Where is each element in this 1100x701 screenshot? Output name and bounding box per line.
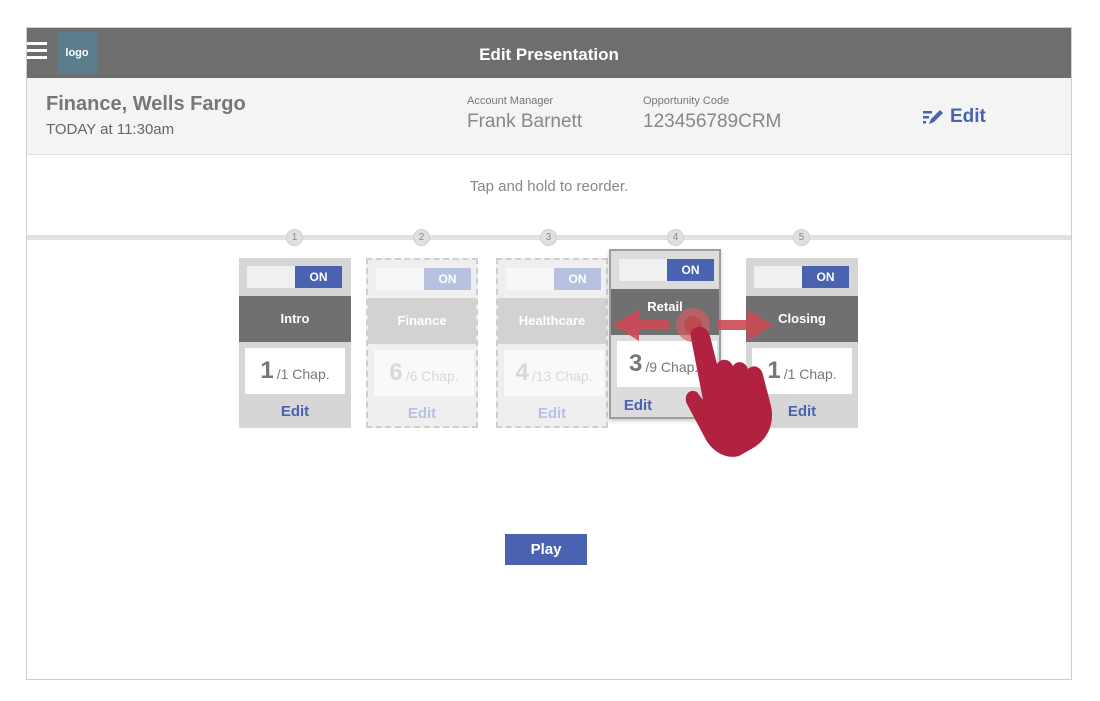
toggle-on-label: ON [554, 268, 601, 290]
hamburger-icon[interactable] [27, 42, 47, 60]
page-title: Edit Presentation [479, 45, 619, 64]
section-name: Intro [239, 296, 351, 342]
section-card-closing[interactable]: ON Closing 1 /1 Chap. Edit [746, 258, 858, 428]
chapter-count: 6 /6 Chap. [374, 350, 474, 396]
toggle-on-label: ON [667, 259, 714, 281]
chapters-total: /1 Chap. [783, 365, 837, 382]
chapters-total: /13 Chap. [531, 367, 593, 384]
section-name: Closing [746, 296, 858, 342]
section-card-retail[interactable]: ON Retail 3 /9 Chap. Edit [609, 249, 721, 419]
step-marker-5: 5 [793, 229, 810, 246]
section-card-intro[interactable]: ON Intro 1 /1 Chap. Edit [239, 258, 351, 428]
play-button[interactable]: Play [505, 534, 587, 565]
section-edit-button[interactable]: Edit [368, 405, 476, 422]
chapter-count: 1 /1 Chap. [245, 348, 345, 394]
chapters-total: /9 Chap. [645, 358, 699, 375]
edit-pencil-icon [923, 110, 943, 124]
chapters-total: /6 Chap. [405, 367, 459, 384]
chapters-selected: 1 [260, 357, 274, 384]
chapters-selected: 3 [629, 350, 643, 377]
reorder-hint: Tap and hold to reorder. [469, 178, 629, 195]
presentation-info-bar: Finance, Wells Fargo TODAY at 11:30am Ac… [27, 78, 1071, 155]
chapters-selected: 4 [515, 359, 529, 386]
top-bar: Edit Presentation logo [27, 28, 1071, 78]
toggle-on-label: ON [424, 268, 471, 290]
chapter-count: 4 /13 Chap. [504, 350, 604, 396]
opportunity-code-value: 123456789CRM [643, 111, 782, 132]
chapter-count: 1 /1 Chap. [752, 348, 852, 394]
chapter-count: 3 /9 Chap. [617, 341, 717, 387]
section-toggle[interactable]: ON [754, 266, 849, 288]
opportunity-code-label: Opportunity Code [643, 95, 730, 107]
section-edit-button[interactable]: Edit [584, 397, 692, 414]
step-marker-2: 2 [413, 229, 430, 246]
account-manager-value: Frank Barnett [467, 111, 583, 132]
section-toggle[interactable]: ON [376, 268, 471, 290]
section-edit-button[interactable]: Edit [239, 403, 351, 420]
section-name: Finance [368, 298, 476, 344]
section-toggle[interactable]: ON [247, 266, 342, 288]
chapters-total: /1 Chap. [276, 365, 330, 382]
chapters-selected: 6 [389, 359, 403, 386]
meeting-time: TODAY at 11:30am [46, 121, 175, 138]
step-marker-4: 4 [667, 229, 684, 246]
client-name: Finance, Wells Fargo [46, 93, 246, 115]
account-manager-label: Account Manager [467, 95, 554, 107]
chapters-selected: 1 [767, 357, 781, 384]
edit-presentation-label: Edit [950, 106, 986, 127]
edit-presentation-button[interactable]: Edit [923, 106, 986, 128]
step-marker-3: 3 [540, 229, 557, 246]
section-toggle[interactable]: ON [506, 268, 601, 290]
toggle-on-label: ON [802, 266, 849, 288]
app-frame: Edit Presentation logo Finance, Wells Fa… [26, 27, 1072, 680]
section-name: Healthcare [498, 298, 606, 344]
step-marker-1: 1 [286, 229, 303, 246]
logo: logo [57, 32, 97, 74]
section-edit-button[interactable]: Edit [746, 403, 858, 420]
section-card-finance[interactable]: ON Finance 6 /6 Chap. Edit [366, 258, 478, 428]
section-toggle[interactable]: ON [619, 259, 714, 281]
toggle-on-label: ON [295, 266, 342, 288]
section-name: Retail [611, 289, 719, 335]
